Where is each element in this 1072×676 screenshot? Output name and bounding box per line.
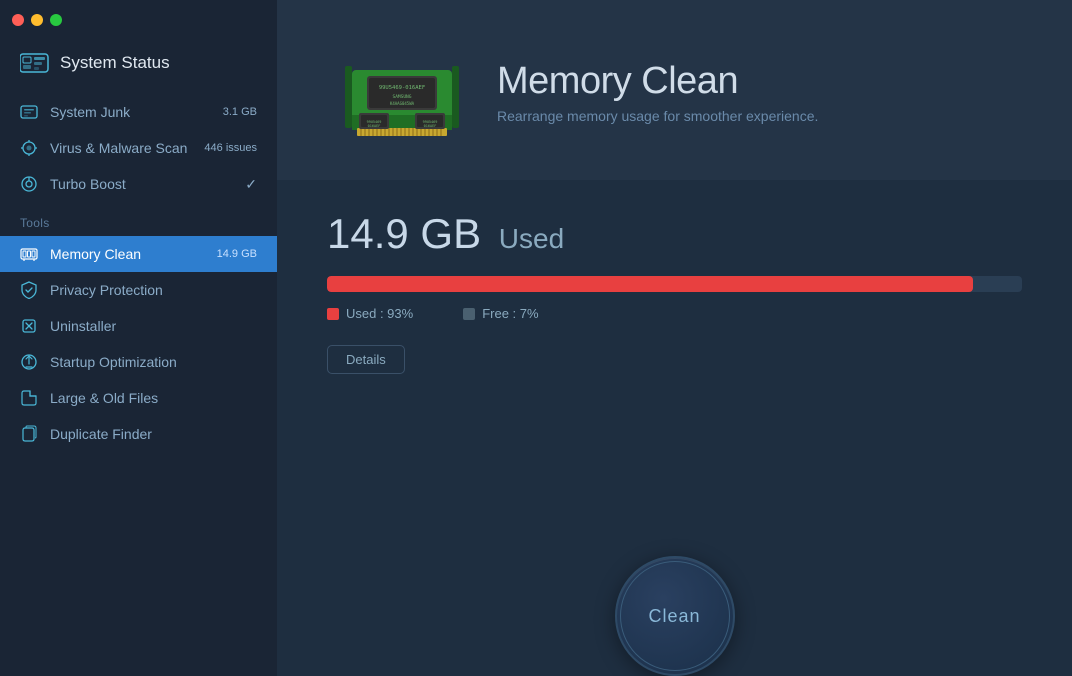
main-content-area: 99U5469-016AEF SAMSUNG K4AAG045WA 99U546… [277, 0, 1072, 676]
maximize-button[interactable] [50, 14, 62, 26]
feature-title: Memory Clean [497, 60, 818, 103]
startup-icon [20, 353, 38, 371]
virus-malware-badge: 446 issues [204, 142, 257, 154]
minimize-button[interactable] [31, 14, 43, 26]
used-dot [327, 308, 339, 320]
svg-text:K4AAG045WA: K4AAG045WA [390, 101, 415, 106]
memory-module-icon: 99U5469-016AEF SAMSUNG K4AAG045WA 99U546… [337, 40, 467, 150]
titlebar [0, 0, 277, 40]
sidebar-item-startup-optimization[interactable]: Startup Optimization [0, 344, 277, 380]
memory-gb-value: 14.9 GB [327, 210, 481, 257]
virus-icon [20, 139, 38, 157]
system-junk-badge: 3.1 GB [223, 106, 257, 118]
free-dot [463, 308, 475, 320]
svg-text:SAMSUNG: SAMSUNG [393, 94, 412, 100]
sidebar-item-privacy-protection[interactable]: Privacy Protection [0, 272, 277, 308]
turbo-boost-label: Turbo Boost [50, 176, 233, 192]
clean-button[interactable]: Clean [615, 556, 735, 676]
header-text: Memory Clean Rearrange memory usage for … [497, 40, 818, 124]
startup-optimization-label: Startup Optimization [50, 354, 257, 370]
used-percent-label: Used : 93% [346, 306, 413, 321]
tools-section-label: Tools [0, 202, 277, 236]
uninstaller-label: Uninstaller [50, 318, 257, 334]
svg-text:016AEF: 016AEF [424, 124, 437, 128]
feature-subtitle: Rearrange memory usage for smoother expe… [497, 108, 818, 124]
clean-button-area: Clean [277, 546, 1072, 676]
close-button[interactable] [12, 14, 24, 26]
privacy-protection-label: Privacy Protection [50, 282, 257, 298]
svg-text:99U5469-016AEF: 99U5469-016AEF [379, 85, 425, 91]
sidebar-item-turbo-boost[interactable]: Turbo Boost ✓ [0, 166, 277, 202]
duplicate-finder-label: Duplicate Finder [50, 426, 257, 442]
memory-clean-label: Memory Clean [50, 246, 205, 262]
progress-legend: Used : 93% Free : 7% [327, 306, 1022, 321]
used-label: Used [499, 223, 564, 254]
main-header: 99U5469-016AEF SAMSUNG K4AAG045WA 99U546… [277, 0, 1072, 180]
virus-malware-label: Virus & Malware Scan [50, 140, 192, 156]
app-icon [20, 52, 50, 74]
memory-usage-display: 14.9 GB Used [327, 210, 1022, 258]
used-legend-item: Used : 93% [327, 306, 413, 321]
free-legend-item: Free : 7% [463, 306, 538, 321]
clean-button-label: Clean [648, 606, 700, 627]
sidebar-item-uninstaller[interactable]: Uninstaller [0, 308, 277, 344]
duplicate-icon [20, 425, 38, 443]
large-old-files-label: Large & Old Files [50, 390, 257, 406]
memory-used-fill [327, 276, 973, 292]
app-title-section: System Status [0, 40, 277, 94]
app-title: System Status [60, 53, 170, 73]
memory-progress-bar [327, 276, 1022, 292]
system-junk-icon [20, 103, 38, 121]
main-stats-area: 14.9 GB Used Used : 93% Free : 7% Detail… [277, 180, 1072, 676]
svg-text:016AEF: 016AEF [368, 124, 381, 128]
uninstaller-icon [20, 317, 38, 335]
sidebar: System Status System Junk 3.1 GB Virus &… [0, 0, 277, 676]
sidebar-item-memory-clean[interactable]: Memory Clean 14.9 GB [0, 236, 277, 272]
system-junk-label: System Junk [50, 104, 211, 120]
memory-clean-badge: 14.9 GB [217, 248, 257, 260]
free-percent-label: Free : 7% [482, 306, 538, 321]
privacy-icon [20, 281, 38, 299]
turbo-boost-icon [20, 175, 38, 193]
memory-clean-icon [20, 245, 38, 263]
sidebar-item-duplicate-finder[interactable]: Duplicate Finder [0, 416, 277, 452]
sidebar-item-virus-malware[interactable]: Virus & Malware Scan 446 issues [0, 130, 277, 166]
large-files-icon [20, 389, 38, 407]
turbo-boost-check: ✓ [245, 176, 257, 193]
sidebar-item-system-junk[interactable]: System Junk 3.1 GB [0, 94, 277, 130]
sidebar-item-large-old-files[interactable]: Large & Old Files [0, 380, 277, 416]
details-button[interactable]: Details [327, 345, 405, 374]
